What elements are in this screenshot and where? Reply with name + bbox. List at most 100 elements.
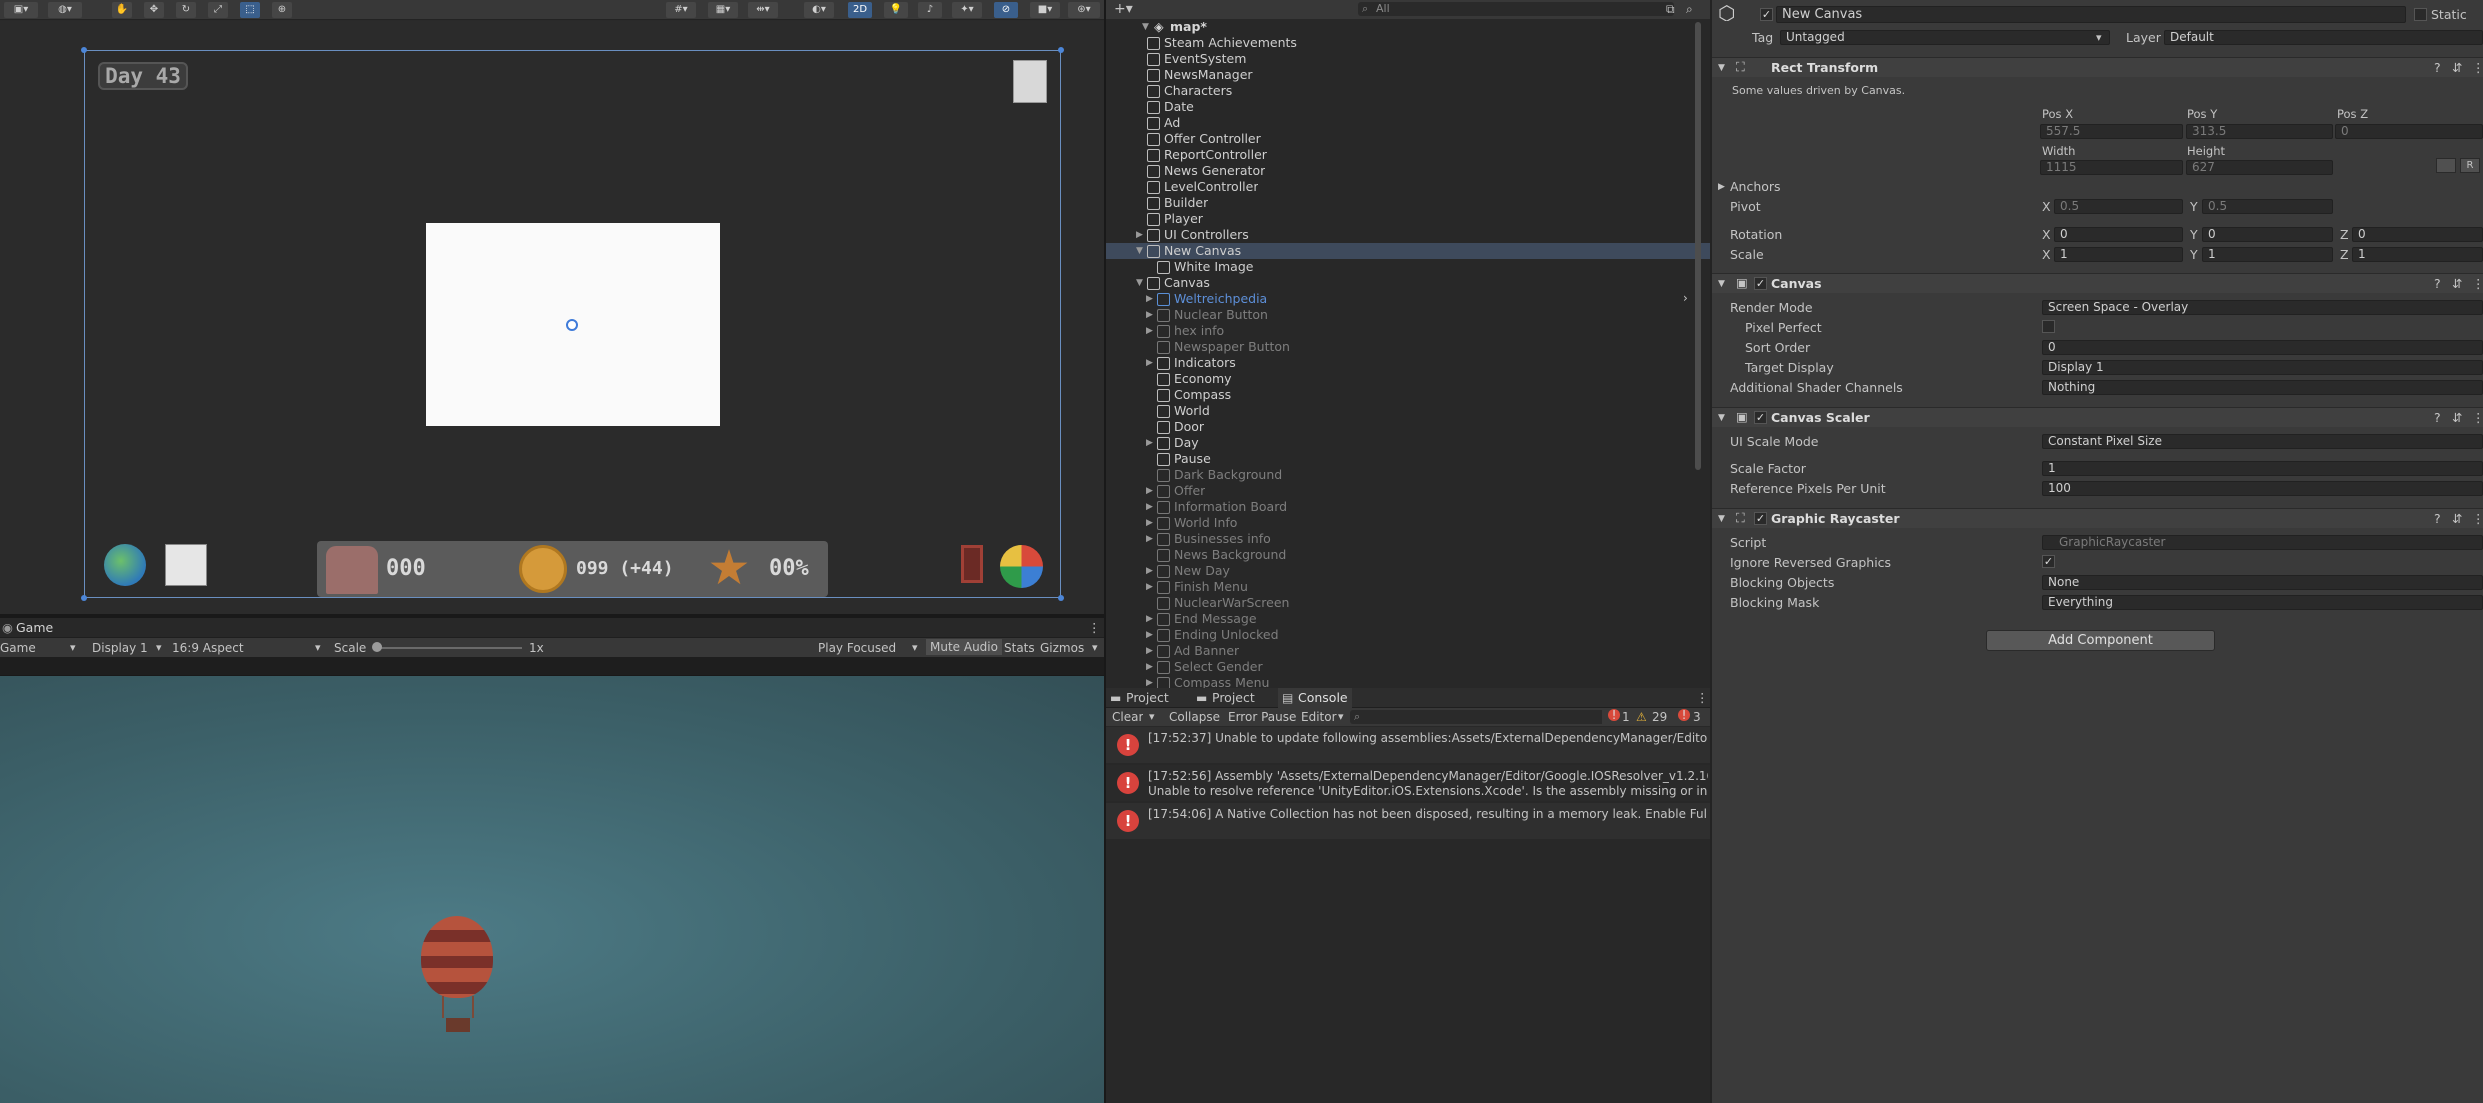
hand-tool-icon[interactable]: ✋ <box>112 2 132 18</box>
hierarchy-item[interactable]: Pause <box>1106 451 1710 467</box>
rect-tool-icon[interactable]: ⬚ <box>240 2 260 18</box>
sort-order-field[interactable]: 0 <box>2042 340 2483 355</box>
hierarchy-item[interactable]: ▶ Ending Unlocked <box>1106 627 1710 643</box>
chevron-right-icon[interactable]: ▶ <box>1146 659 1153 675</box>
anchors-foldout[interactable]: Anchors <box>1730 179 1781 195</box>
blueprint-mode-button[interactable] <box>2436 158 2456 173</box>
shading-mode-button[interactable]: ◐▾ <box>804 2 834 18</box>
hierarchy-scrollbar[interactable] <box>1695 22 1701 470</box>
help-icon[interactable]: ? <box>2434 276 2441 292</box>
hierarchy-item[interactable]: News Background <box>1106 547 1710 563</box>
reference-ppu-field[interactable]: 100 <box>2042 481 2483 496</box>
chevron-right-icon[interactable]: ▶ <box>1146 483 1153 499</box>
scene-root-row[interactable]: ▼ ◈ map* <box>1106 19 1710 35</box>
scale-slider-track[interactable] <box>378 647 522 649</box>
canvas-handle-tl[interactable] <box>81 47 87 53</box>
search-options-icon[interactable]: ⌕ <box>1686 1 1693 17</box>
tag-dropdown[interactable]: Untagged <box>1780 30 2110 45</box>
raw-edit-button[interactable]: R <box>2460 158 2480 173</box>
hierarchy-item[interactable]: Player <box>1106 211 1710 227</box>
preset-icon[interactable]: ⇵ <box>2452 60 2462 76</box>
hierarchy-item[interactable]: Offer Controller <box>1106 131 1710 147</box>
hierarchy-item[interactable]: Steam Achievements <box>1106 35 1710 51</box>
chevron-right-icon[interactable]: › <box>1683 290 1688 306</box>
shader-channels-dropdown[interactable]: Nothing <box>2042 380 2483 395</box>
hierarchy-item[interactable]: ▶ World Info <box>1106 515 1710 531</box>
hierarchy-item[interactable]: Date <box>1106 99 1710 115</box>
canvas-handle-bl[interactable] <box>81 595 87 601</box>
more-menu-icon[interactable]: ⋮ <box>2472 276 2483 292</box>
hierarchy-item[interactable]: ▶ Businesses info <box>1106 531 1710 547</box>
hierarchy-item[interactable]: ▶ hex info <box>1106 323 1710 339</box>
ignore-reversed-checkbox[interactable]: ✓ <box>2042 555 2055 568</box>
game-mode-dropdown[interactable]: Game <box>0 640 36 656</box>
script-field[interactable]: GraphicRaycaster <box>2042 535 2483 550</box>
chevron-right-icon[interactable]: ▶ <box>1146 627 1153 643</box>
chevron-right-icon[interactable]: ▶ <box>1146 435 1153 451</box>
hierarchy-item[interactable]: ▶ Nuclear Button <box>1106 307 1710 323</box>
hierarchy-item[interactable]: EventSystem <box>1106 51 1710 67</box>
canvas-handle-br[interactable] <box>1058 595 1064 601</box>
warning-count[interactable]: 29 <box>1652 709 1667 725</box>
scale-slider-thumb[interactable] <box>372 642 382 652</box>
chevron-down-icon[interactable]: ▾ <box>1149 709 1155 725</box>
scale-x-field[interactable]: 1 <box>2054 247 2183 262</box>
toggle-2d-button[interactable]: 2D <box>848 2 872 18</box>
game-viewport[interactable] <box>0 676 1104 1103</box>
error-count[interactable]: 3 <box>1693 709 1701 725</box>
pivot-handle[interactable] <box>566 319 578 331</box>
hierarchy-search-input[interactable]: ⌕ All <box>1358 2 1674 16</box>
hierarchy-item[interactable]: ▼ New Canvas <box>1106 243 1710 259</box>
hierarchy-item[interactable]: ReportController <box>1106 147 1710 163</box>
scale-tool-icon[interactable]: ⤢ <box>208 2 228 18</box>
chevron-right-icon[interactable]: ▶ <box>1136 227 1143 243</box>
chevron-right-icon[interactable]: ▶ <box>1146 291 1153 307</box>
more-menu-icon[interactable]: ⋮ <box>1088 620 1101 636</box>
hierarchy-item[interactable]: ▶ Ad Banner <box>1106 643 1710 659</box>
stats-toggle[interactable]: Stats <box>1004 640 1035 656</box>
play-focused-dropdown[interactable]: Play Focused <box>818 640 896 656</box>
layer-dropdown[interactable]: Default <box>2164 30 2483 45</box>
canvas-scaler-header[interactable]: ▼ ▣ ✓ Canvas Scaler ? ⇵ ⋮ <box>1712 407 2483 427</box>
pivot-x-field[interactable]: 0.5 <box>2054 199 2183 214</box>
hierarchy-item[interactable]: ▶ Finish Menu <box>1106 579 1710 595</box>
hierarchy-item[interactable]: LevelController <box>1106 179 1710 195</box>
camera-button[interactable]: ■▾ <box>1030 2 1060 18</box>
hierarchy-item[interactable]: ▶ Weltreichpedia <box>1106 291 1710 307</box>
hierarchy-item[interactable]: NuclearWarScreen <box>1106 595 1710 611</box>
hierarchy-item[interactable]: Newspaper Button <box>1106 339 1710 355</box>
global-toggle-button[interactable]: ◍▾ <box>48 2 82 18</box>
console-message-row[interactable]: ! [17:54:06] A Native Collection has not… <box>1106 803 1710 839</box>
chevron-down-icon[interactable]: ▼ <box>1136 243 1143 259</box>
target-display-dropdown[interactable]: Display 1 <box>2042 360 2483 375</box>
align-button[interactable]: ⇹▾ <box>748 2 778 18</box>
pos-y-field[interactable]: 313.5 <box>2186 124 2333 139</box>
help-icon[interactable]: ? <box>2434 60 2441 76</box>
hierarchy-item[interactable]: Builder <box>1106 195 1710 211</box>
object-name-input[interactable]: New Canvas <box>1776 6 2406 23</box>
render-mode-dropdown[interactable]: Screen Space - Overlay <box>2042 300 2483 315</box>
hierarchy-item[interactable]: ▶ Select Gender <box>1106 659 1710 675</box>
grid-snap-button[interactable]: #▾ <box>666 2 696 18</box>
move-tool-icon[interactable]: ✥ <box>144 2 164 18</box>
rotate-tool-icon[interactable]: ↻ <box>176 2 196 18</box>
preset-icon[interactable]: ⇵ <box>2452 410 2462 426</box>
canvas-component-header[interactable]: ▼ ▣ ✓ Canvas ? ⇵ ⋮ <box>1712 273 2483 293</box>
filter-icon[interactable]: ⧉ <box>1666 1 1675 17</box>
editor-dropdown[interactable]: Editor <box>1301 709 1337 725</box>
mute-audio-toggle[interactable]: Mute Audio <box>926 639 1002 655</box>
pixel-perfect-checkbox[interactable] <box>2042 320 2055 333</box>
lighting-icon[interactable]: 💡 <box>884 2 908 18</box>
hierarchy-item[interactable]: News Generator <box>1106 163 1710 179</box>
aspect-dropdown[interactable]: 16:9 Aspect <box>172 640 244 656</box>
chevron-down-icon[interactable]: ▼ <box>1142 19 1149 35</box>
tab-console[interactable]: ▤ Console <box>1278 688 1352 708</box>
more-menu-icon[interactable]: ⋮ <box>2472 410 2483 426</box>
active-checkbox[interactable]: ✓ <box>1760 8 1773 21</box>
audio-icon[interactable]: ♪ <box>918 2 942 18</box>
hierarchy-item[interactable]: ▶ New Day <box>1106 563 1710 579</box>
hierarchy-item[interactable]: ▶ Indicators <box>1106 355 1710 371</box>
gizmos-toggle[interactable]: Gizmos <box>1040 640 1084 656</box>
transform-tool-icon[interactable]: ⊕ <box>272 2 292 18</box>
gizmo-menu-button[interactable]: ▣▾ <box>4 2 38 18</box>
